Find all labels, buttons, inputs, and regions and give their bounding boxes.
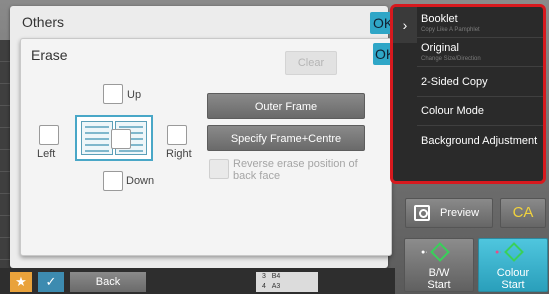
erase-up-checkbox[interactable] xyxy=(103,84,123,104)
colour-start-label: Colour Start xyxy=(496,267,530,291)
colour-dots-icon: ●· xyxy=(495,249,502,256)
clear-all-button[interactable]: CA xyxy=(500,198,546,228)
erase-down-checkbox[interactable] xyxy=(103,171,123,191)
divider xyxy=(417,125,543,126)
bw-start-button[interactable]: ●· B/W Start xyxy=(404,238,474,292)
function-panel: › Booklet Copy Like A Pamphlet Original … xyxy=(390,4,546,184)
colour-start-button[interactable]: ●· Colour Start xyxy=(478,238,548,292)
divider xyxy=(417,37,543,38)
start-diamond-icon xyxy=(430,242,450,262)
reverse-erase-checkbox[interactable] xyxy=(209,159,229,179)
erase-left-label: Left xyxy=(37,148,56,160)
outer-frame-button[interactable]: Outer Frame xyxy=(207,93,365,119)
erase-right-label: Right xyxy=(166,148,192,160)
tray-row: 4 A3 xyxy=(262,283,281,290)
specify-frame-centre-button[interactable]: Specify Frame+Centre xyxy=(207,125,365,151)
book-diagram xyxy=(75,115,153,161)
mono-dots-icon: ●· xyxy=(421,249,428,256)
preview-button[interactable]: Preview xyxy=(405,198,493,228)
booklet-item[interactable]: Booklet xyxy=(421,13,458,25)
colour-mode-item[interactable]: Colour Mode xyxy=(421,105,484,117)
divider xyxy=(417,96,543,97)
preview-icon xyxy=(414,205,430,221)
booklet-subtitle: Copy Like A Pamphlet xyxy=(421,27,480,33)
left-page-icon xyxy=(81,121,113,155)
erase-up-label: Up xyxy=(127,89,142,101)
bw-start-label: B/W Start xyxy=(427,267,451,291)
tray-row: 3 B4 xyxy=(262,273,281,280)
erase-right-checkbox[interactable] xyxy=(167,125,187,145)
divider xyxy=(417,66,543,67)
erase-down-label: Down xyxy=(126,175,155,187)
erase-centre-checkbox[interactable] xyxy=(111,129,131,149)
check-icon[interactable]: ✓ xyxy=(38,272,64,292)
erase-title: Erase xyxy=(31,47,68,63)
bottom-bar: ★ ✓ Back 3 B4 4 A3 xyxy=(0,268,395,294)
preview-label: Preview xyxy=(440,207,480,219)
others-ok-button[interactable]: OK xyxy=(370,12,393,34)
star-icon[interactable]: ★ xyxy=(10,272,32,292)
erase-dialog: Erase OK Clear Up Left Right Down Outer … xyxy=(20,38,395,256)
paper-tray-status: 3 B4 4 A3 xyxy=(256,272,318,292)
clear-button[interactable]: Clear xyxy=(285,51,337,75)
original-subtitle: Change Size/Direction xyxy=(421,56,481,62)
back-button[interactable]: Back xyxy=(70,272,146,292)
screen: Others OK Erase OK Clear Up Left Right D… xyxy=(0,0,549,294)
two-sided-copy-item[interactable]: 2-Sided Copy xyxy=(421,76,488,88)
original-item[interactable]: Original xyxy=(421,42,459,54)
start-diamond-icon xyxy=(504,242,524,262)
background-adjustment-item[interactable]: Background Adjustment xyxy=(421,135,537,147)
others-title: Others xyxy=(22,14,65,30)
erase-left-checkbox[interactable] xyxy=(39,125,59,145)
chevron-right-icon[interactable]: › xyxy=(393,7,417,43)
reverse-erase-label: Reverse erase position of back face xyxy=(233,158,358,182)
